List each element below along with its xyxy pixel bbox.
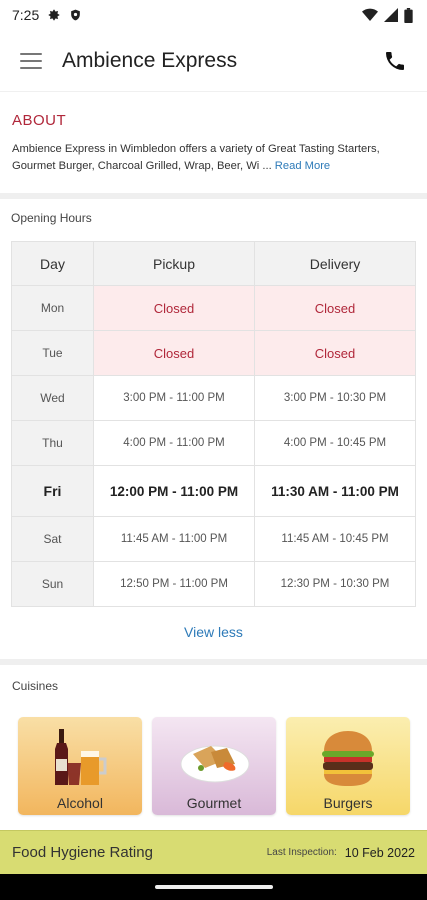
hours-cell-day: Fri [11, 465, 94, 517]
hours-row-sat: Sat 11:45 AM - 11:00 PM 11:45 AM - 10:45 P… [11, 516, 416, 562]
cuisine-label: Burgers [323, 795, 373, 811]
hours-cell-pickup: 12:00 PM - 11:00 PM [93, 465, 255, 517]
settings-icon [49, 9, 60, 21]
hours-cell-pickup: Closed [93, 285, 255, 331]
shield-icon [71, 9, 81, 21]
hours-cell-pickup: 3:00 PM - 11:00 PM [93, 375, 255, 421]
signal-icon [384, 8, 398, 22]
gourmet-icon [152, 723, 276, 793]
hours-cell-delivery: 11:30 AM - 11:00 PM [254, 465, 416, 517]
hours-cell-delivery: 12:30 PM - 10:30 PM [254, 561, 416, 607]
opening-hours-table: Day Pickup Delivery Mon Closed Closed Tue Cl… [11, 241, 416, 607]
hours-cell-day: Thu [11, 420, 94, 466]
status-time: 7:25 [12, 7, 40, 23]
home-handle[interactable] [154, 885, 273, 889]
hours-cell-delivery: Closed [254, 330, 416, 376]
hours-row-wed: Wed 3:00 PM - 11:00 PM 3:00 PM - 10:30 PM [11, 375, 416, 421]
about-title: ABOUT [12, 112, 67, 129]
hours-cell-day: Mon [11, 285, 94, 331]
hours-cell-pickup: 12:50 PM - 11:00 PM [93, 561, 255, 607]
navigation-bar [0, 874, 427, 900]
hours-row-tue: Tue Closed Closed [11, 330, 416, 376]
page-title: Ambience Express [62, 48, 238, 72]
hours-cell-delivery: 3:00 PM - 10:30 PM [254, 375, 416, 421]
view-less-button[interactable]: View less [11, 607, 416, 659]
burger-icon [286, 723, 410, 793]
about-description: Ambience Express in Wimbledon offers a v… [12, 141, 416, 175]
hours-cell-pickup: 11:45 AM - 11:00 PM [93, 516, 255, 562]
hours-row-sun: Sun 12:50 PM - 11:00 PM 12:30 PM - 10:30 P… [11, 561, 416, 607]
last-inspection-date: 10 Feb 2022 [344, 845, 415, 860]
hours-row-fri: Fri 12:00 PM - 11:00 PM 11:30 AM - 11:00 P… [11, 465, 416, 517]
read-more-link[interactable]: Read More [275, 160, 330, 172]
hygiene-title: Food Hygiene Rating [12, 844, 153, 861]
opening-hours-title: Opening Hours [11, 211, 92, 225]
about-section: ABOUT Ambience Express in Wimbledon offe… [0, 92, 427, 193]
status-bar: 7:25 [0, 0, 427, 30]
header-pickup: Pickup [93, 241, 255, 286]
alcohol-icon [18, 723, 142, 793]
hours-cell-day: Sun [11, 561, 94, 607]
header-delivery: Delivery [254, 241, 416, 286]
hours-row-thu: Thu 4:00 PM - 11:00 PM 4:00 PM - 10:45 PM [11, 420, 416, 466]
cuisine-card-gourmet[interactable]: Gourmet [152, 717, 276, 815]
hours-cell-day: Wed [11, 375, 94, 421]
hours-cell-delivery: 4:00 PM - 10:45 PM [254, 420, 416, 466]
hours-cell-day: Tue [11, 330, 94, 376]
hours-row-mon: Mon Closed Closed [11, 285, 416, 331]
app-bar: Ambience Express [0, 30, 427, 92]
hygiene-rating-bar[interactable]: Food Hygiene Rating Last Inspection: 10 … [0, 830, 427, 874]
hours-cell-delivery: Closed [254, 285, 416, 331]
cuisine-label: Gourmet [186, 795, 242, 811]
wifi-icon [362, 8, 378, 21]
hours-cell-pickup: Closed [93, 330, 255, 376]
cuisine-card-alcohol[interactable]: Alcohol [18, 717, 142, 815]
header-day: Day [11, 241, 94, 286]
last-inspection-label: Last Inspection: [266, 847, 337, 858]
hours-cell-delivery: 11:45 AM - 10:45 PM [254, 516, 416, 562]
hours-cell-pickup: 4:00 PM - 11:00 PM [93, 420, 255, 466]
cuisines-title: Cuisines [12, 679, 59, 693]
cuisines-section: Cuisines Alcohol Gourmet Burgers [0, 665, 427, 815]
battery-icon [404, 7, 413, 23]
phone-icon[interactable] [383, 49, 407, 73]
menu-icon[interactable] [20, 52, 42, 69]
cuisine-card-burgers[interactable]: Burgers [286, 717, 410, 815]
hours-cell-day: Sat [11, 516, 94, 562]
opening-hours-section: Opening Hours Day Pickup Delivery Mon Clo… [0, 199, 427, 659]
cuisine-label: Alcohol [57, 795, 103, 811]
